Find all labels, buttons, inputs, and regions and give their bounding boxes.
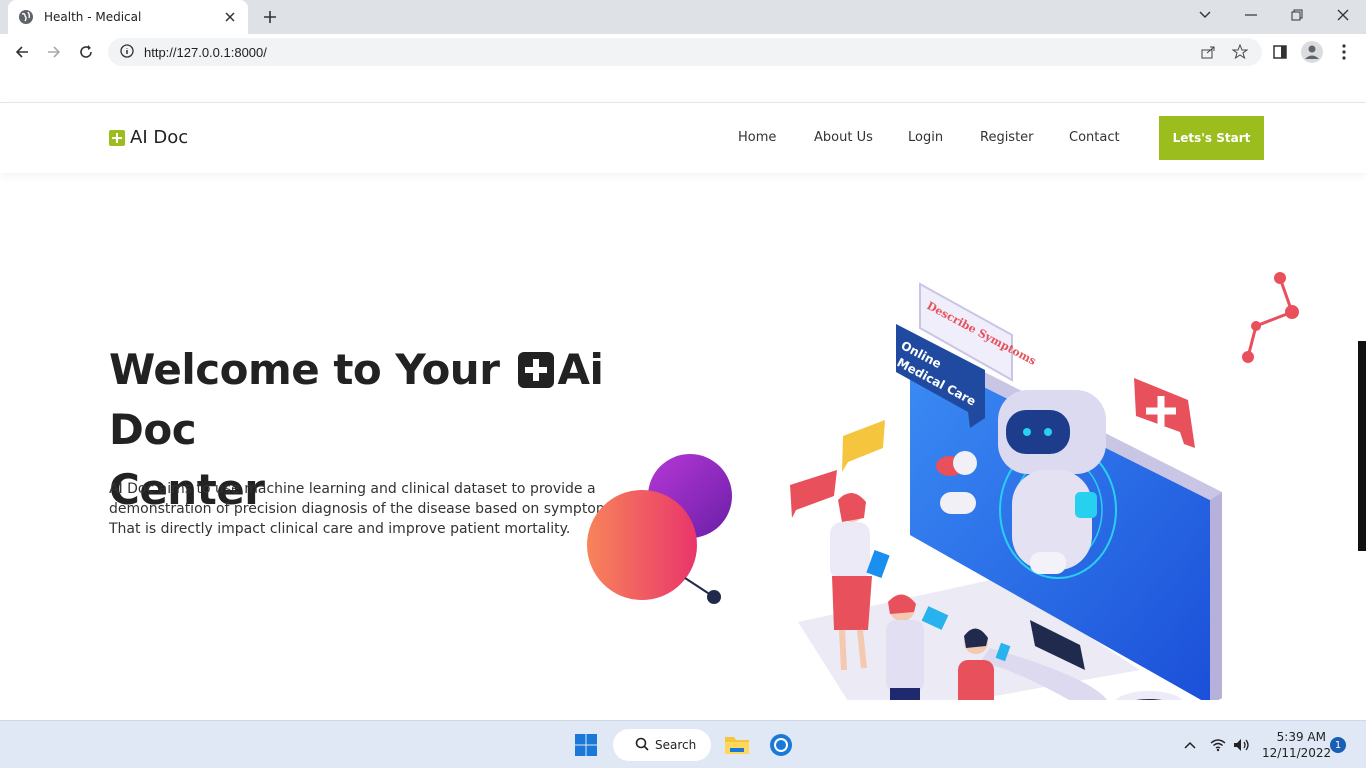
- molecule-icon: [1242, 272, 1299, 363]
- address-bar[interactable]: http://127.0.0.1:8000/: [108, 38, 1262, 66]
- clock-time: 5:39 AM: [1276, 730, 1326, 744]
- coffee-mug-illustration: [1115, 691, 1183, 700]
- site-info-icon[interactable]: [120, 43, 134, 62]
- search-label: Search: [655, 738, 697, 752]
- new-tab-button[interactable]: [259, 6, 281, 28]
- taskbar-search-button[interactable]: Search: [613, 729, 711, 761]
- logo-text: AI Doc: [130, 127, 189, 148]
- profile-avatar-icon[interactable]: [1300, 40, 1324, 64]
- nav-contact[interactable]: Contact: [1069, 130, 1120, 145]
- site-logo[interactable]: AI Doc: [109, 127, 188, 148]
- nav-about-us[interactable]: About Us: [814, 130, 873, 145]
- notification-badge[interactable]: 1: [1330, 737, 1346, 753]
- site-header: AI Doc Home About Us Login Register Cont…: [0, 102, 1366, 173]
- browser-tab-strip: Health - Medical: [0, 0, 1366, 34]
- windows-start-icon[interactable]: [570, 729, 602, 761]
- hero-description: AI Doc aims to use machine learning and …: [109, 481, 622, 537]
- nav-login[interactable]: Login: [908, 130, 943, 145]
- bookmark-star-icon[interactable]: [1230, 42, 1250, 62]
- nav-register[interactable]: Register: [980, 130, 1034, 145]
- browser-tab[interactable]: Health - Medical: [8, 0, 248, 34]
- clock-date: 12/11/2022: [1262, 746, 1332, 760]
- windows-taskbar: Search 5:39 AM 12/11/2022 1: [0, 720, 1366, 768]
- close-window-icon[interactable]: [1320, 0, 1366, 30]
- share-icon[interactable]: [1198, 42, 1218, 62]
- decorative-circle: [587, 490, 697, 600]
- nav-home[interactable]: Home: [738, 130, 776, 145]
- restore-icon[interactable]: [1274, 0, 1320, 30]
- file-explorer-icon[interactable]: [721, 729, 753, 761]
- back-icon[interactable]: [10, 40, 34, 64]
- medical-cross-bubble-icon: [1134, 378, 1195, 448]
- medical-plus-icon: [517, 352, 554, 388]
- minimize-icon[interactable]: [1228, 0, 1274, 30]
- lets-start-button[interactable]: Lets's Start: [1159, 116, 1264, 160]
- page-viewport: AI Doc Home About Us Login Register Cont…: [0, 70, 1366, 720]
- chat-bubble-icon: [842, 420, 885, 472]
- tab-title: Health - Medical: [44, 10, 142, 24]
- chat-bubble-icon: [790, 470, 837, 518]
- close-tab-icon[interactable]: [222, 9, 238, 25]
- url-text[interactable]: http://127.0.0.1:8000/: [144, 45, 267, 60]
- reload-icon[interactable]: [74, 40, 98, 64]
- side-panel-icon[interactable]: [1268, 40, 1292, 64]
- search-icon: [635, 736, 649, 755]
- chrome-taskbar-icon[interactable]: [765, 729, 797, 761]
- tab-search-chevron-icon[interactable]: [1182, 0, 1228, 30]
- browser-toolbar: http://127.0.0.1:8000/: [0, 34, 1366, 70]
- volume-icon[interactable]: [1226, 729, 1258, 761]
- globe-icon: [18, 9, 34, 25]
- menu-dots-icon[interactable]: [1332, 40, 1356, 64]
- hero-title-part1: Welcome to Your: [109, 345, 500, 394]
- system-clock[interactable]: 5:39 AM 12/11/2022: [1262, 729, 1332, 761]
- scroll-indicator[interactable]: [1358, 341, 1366, 551]
- forward-icon[interactable]: [42, 40, 66, 64]
- hero-illustration: Describe Symptoms Online Medical Care: [587, 272, 1299, 700]
- medical-plus-icon: [109, 129, 125, 146]
